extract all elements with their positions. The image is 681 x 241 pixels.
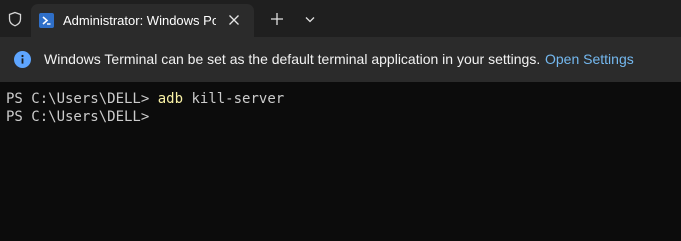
tab-title: Administrator: Windows PowerShell <box>63 13 216 28</box>
open-settings-link[interactable]: Open Settings <box>545 51 634 67</box>
new-tab-button[interactable] <box>264 7 290 31</box>
tab-powershell[interactable]: Administrator: Windows PowerShell <box>31 4 254 37</box>
command-args: kill-server <box>191 91 285 107</box>
prompt: PS C:\Users\DELL> <box>6 109 150 125</box>
default-terminal-infobar: Windows Terminal can be set as the defau… <box>0 37 681 82</box>
terminal-output[interactable]: PS C:\Users\DELL> adb kill-server PS C:\… <box>0 82 681 241</box>
terminal-line: PS C:\Users\DELL> adb kill-server <box>6 90 284 108</box>
info-icon <box>14 51 31 68</box>
terminal-line: PS C:\Users\DELL> <box>6 108 149 126</box>
command: adb <box>157 91 184 107</box>
prompt: PS C:\Users\DELL> <box>6 91 150 107</box>
chevron-down-icon[interactable] <box>299 7 321 31</box>
shield-icon <box>8 11 22 27</box>
close-icon[interactable] <box>227 13 241 27</box>
title-bar: Administrator: Windows PowerShell <box>0 0 681 37</box>
infobar-message: Windows Terminal can be set as the defau… <box>44 51 541 67</box>
powershell-icon <box>39 13 54 28</box>
